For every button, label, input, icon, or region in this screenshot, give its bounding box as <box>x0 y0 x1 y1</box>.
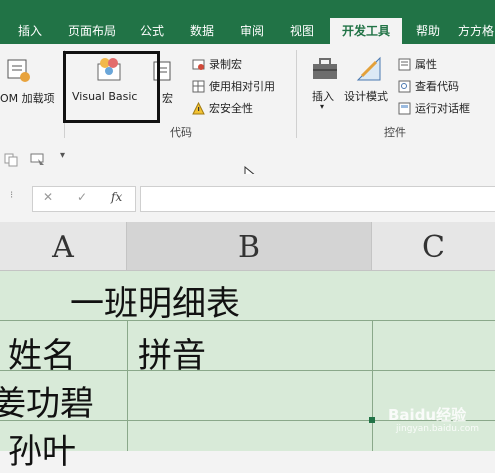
tab-developer[interactable]: 开发工具 <box>330 18 402 44</box>
design-mode-icon <box>354 54 384 84</box>
run-dialog-icon <box>398 102 411 115</box>
com-addins-icon <box>6 58 32 84</box>
customize-toolbar-chevron-icon[interactable]: ▾ <box>60 150 65 161</box>
enter-formula-button[interactable]: ✓ <box>77 190 87 204</box>
chevron-down-icon[interactable]: ▾ <box>320 102 324 111</box>
ribbon-tab-bar: 插入 页面布局 公式 数据 审阅 视图 开发工具 帮助 方方格 <box>0 0 495 44</box>
record-macro-label: 录制宏 <box>209 58 242 71</box>
name-cell[interactable]: 孙叶 <box>8 424 76 473</box>
insert-function-button[interactable]: fx <box>111 190 122 204</box>
name-cell[interactable]: 姜功碧 <box>0 376 94 425</box>
fill-handle[interactable] <box>369 417 375 423</box>
column-gridline <box>127 320 128 451</box>
pinyin-header-cell[interactable]: 拼音 <box>138 328 206 377</box>
tab-view[interactable]: 视图 <box>282 18 322 44</box>
watermark-url: jingyan.baidu.com <box>396 424 480 434</box>
properties-label: 属性 <box>415 58 437 71</box>
use-relative-reference-button[interactable]: 使用相对引用 <box>192 78 275 94</box>
formula-input[interactable] <box>140 186 495 212</box>
view-code-button[interactable]: 查看代码 <box>398 78 459 94</box>
view-code-label: 查看代码 <box>415 80 459 93</box>
copy-icon[interactable] <box>4 152 18 167</box>
code-group-label: 代码 <box>170 126 192 139</box>
column-gridline <box>372 320 373 451</box>
column-header-c[interactable]: C <box>372 222 495 271</box>
relative-reference-icon <box>192 80 205 93</box>
tab-insert[interactable]: 插入 <box>10 18 50 44</box>
tab-formulas[interactable]: 公式 <box>132 18 172 44</box>
column-header-a[interactable]: A <box>0 222 127 271</box>
tab-data[interactable]: 数据 <box>182 18 222 44</box>
name-header-cell[interactable]: 姓名 <box>8 328 76 377</box>
view-code-icon <box>398 80 411 93</box>
touch-mode-icon[interactable] <box>30 152 46 166</box>
run-dialog-label: 运行对话框 <box>415 102 470 115</box>
highlight-annotation-box <box>63 51 160 123</box>
column-header-b[interactable]: B <box>127 222 372 271</box>
toolbox-icon <box>310 54 340 84</box>
sheet-title-cell[interactable]: 一班明细表 <box>70 276 240 325</box>
record-macro-button[interactable]: 录制宏 <box>192 56 242 72</box>
properties-button[interactable]: 属性 <box>398 56 437 72</box>
run-dialog-button[interactable]: 运行对话框 <box>398 100 470 116</box>
macros-button[interactable]: 宏 <box>162 90 173 106</box>
warning-icon <box>192 101 205 115</box>
tab-fangfang[interactable]: 方方格 <box>458 18 495 44</box>
tab-review[interactable]: 审阅 <box>232 18 272 44</box>
group-divider <box>296 50 297 138</box>
macro-security-button[interactable]: 宏安全性 <box>192 100 253 116</box>
design-mode-button[interactable]: 设计模式 <box>344 88 388 104</box>
record-macro-icon <box>192 58 205 71</box>
quick-access-toolbar: ▾ <box>0 144 495 184</box>
tab-page-layout[interactable]: 页面布局 <box>60 18 124 44</box>
cancel-formula-button[interactable]: ✕ <box>43 190 53 204</box>
watermark-brand: Baidu经验 <box>388 406 467 424</box>
formula-bar-grip-icon: ⁝ <box>10 190 14 201</box>
tab-help[interactable]: 帮助 <box>408 18 448 44</box>
controls-group-label: 控件 <box>384 126 406 139</box>
formula-buttons: ✕ ✓ fx <box>32 186 136 212</box>
properties-icon <box>398 58 411 71</box>
macro-security-label: 宏安全性 <box>209 102 253 115</box>
use-relative-label: 使用相对引用 <box>209 80 275 93</box>
com-addins-button[interactable]: OM 加载项 <box>0 90 55 106</box>
